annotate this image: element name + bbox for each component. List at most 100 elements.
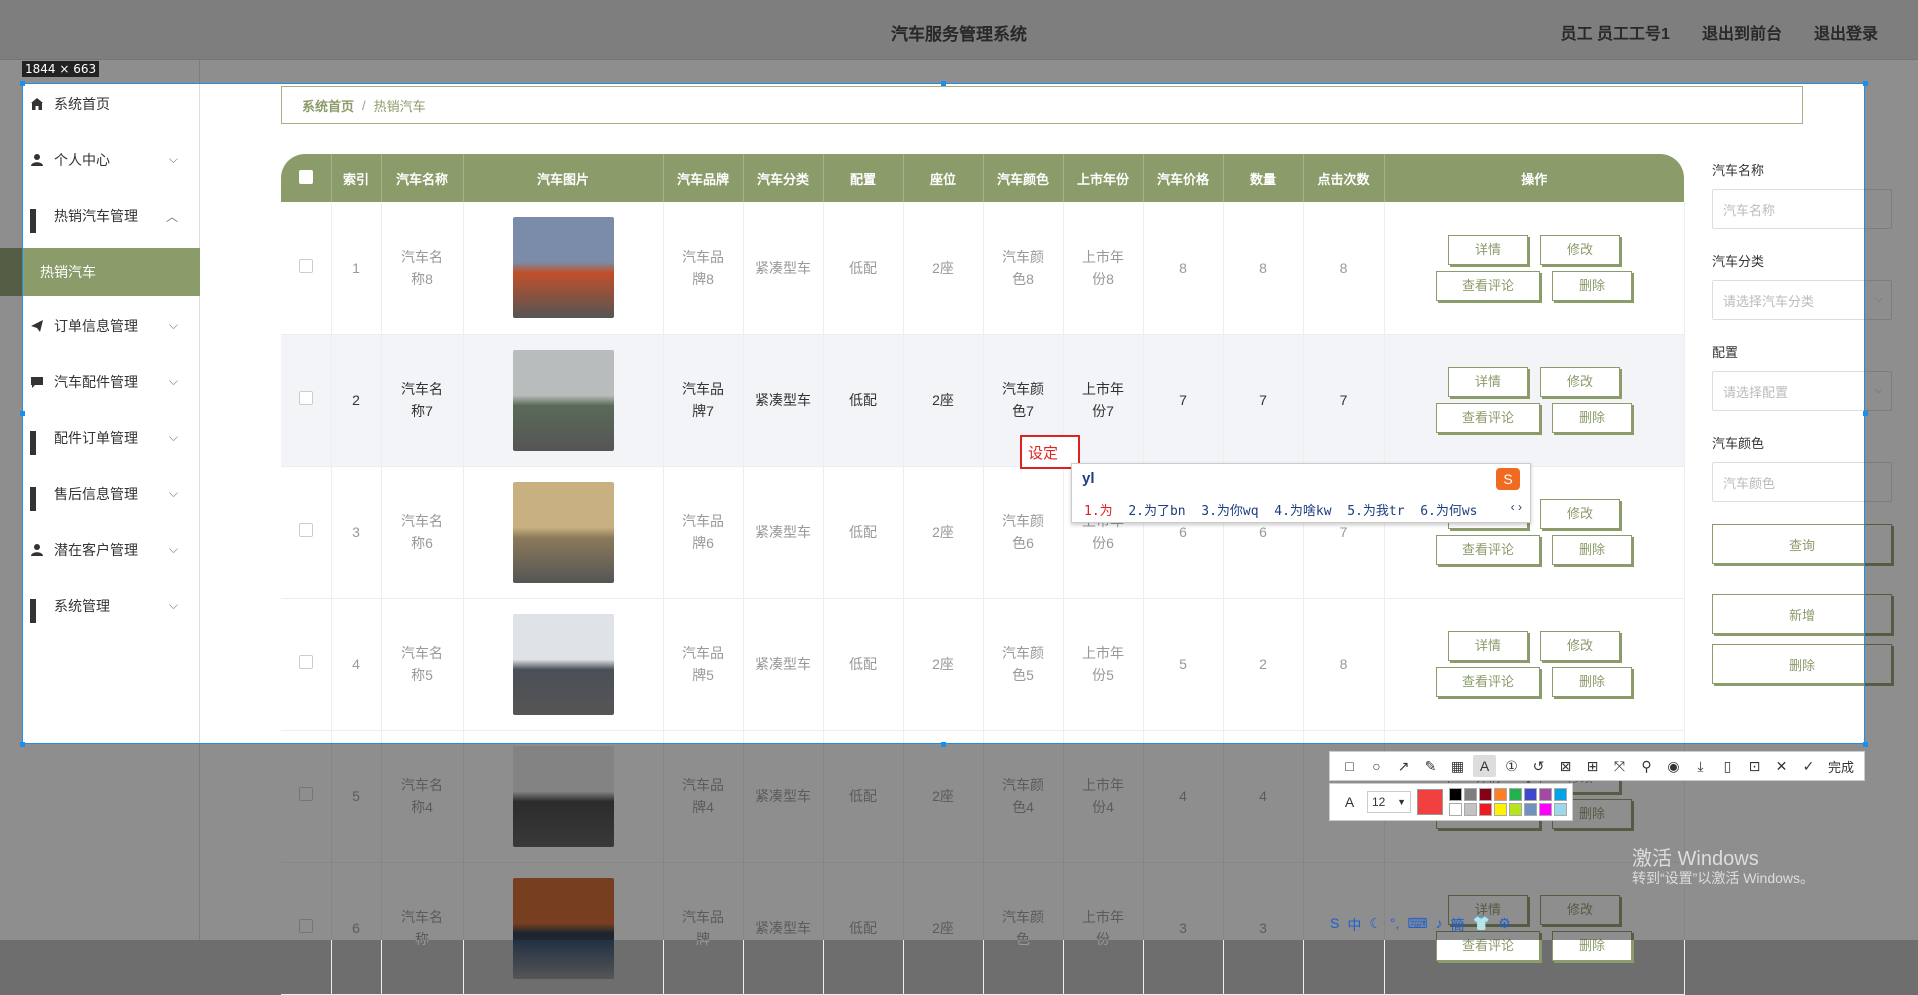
sidebar-item-home[interactable]: 系统首页 — [0, 76, 200, 132]
sidebar-item-label: 汽车配件管理 — [54, 374, 138, 390]
keyboard-icon[interactable]: ⌨ — [1407, 915, 1427, 935]
ellipse-tool-icon[interactable]: ○ — [1365, 755, 1388, 777]
bookmark-icon[interactable]: ⊡ — [1743, 755, 1766, 777]
delete-button[interactable]: 删除 — [1552, 403, 1632, 433]
resize-handle[interactable] — [1863, 411, 1868, 416]
placeholder: 汽车名称 — [1723, 202, 1776, 218]
color-swatch[interactable] — [1479, 788, 1492, 801]
phone-icon[interactable]: ▯ — [1716, 755, 1739, 777]
ime-candidate[interactable]: 3.为你wq — [1201, 504, 1258, 519]
current-color-swatch[interactable] — [1417, 789, 1443, 815]
delete-button[interactable]: 删除 — [1552, 270, 1632, 301]
sidebar-item-orders[interactable]: 订单信息管理 ⌵ — [0, 298, 200, 354]
pen-tool-icon[interactable]: ✎ — [1419, 755, 1442, 777]
sidebar-subitem-hot-cars[interactable]: 热销汽车 — [0, 248, 200, 296]
resize-handle[interactable] — [941, 742, 946, 747]
view-comments-button[interactable]: 查看评论 — [1436, 270, 1540, 301]
download-icon[interactable]: ⤓ — [1689, 755, 1712, 777]
activation-watermark-sub: 转到“设置”以激活 Windows。 — [1632, 870, 1815, 886]
ocr-icon[interactable]: ⊠ — [1554, 755, 1577, 777]
user-icon — [30, 543, 44, 557]
color-swatch[interactable] — [1539, 803, 1552, 816]
color-swatch[interactable] — [1509, 803, 1522, 816]
delete-button[interactable]: 删除 — [1552, 667, 1632, 697]
sidebar-item-parts[interactable]: 汽车配件管理 ⌵ — [0, 354, 200, 410]
voice-icon[interactable]: ♪ — [1436, 915, 1443, 935]
sogou-icon[interactable]: S — [1330, 915, 1339, 935]
ime-candidate[interactable]: 6.为何ws — [1420, 504, 1477, 519]
translate-icon[interactable]: ⊞ — [1581, 755, 1604, 777]
edit-button[interactable]: 修改 — [1540, 499, 1620, 529]
color-swatch[interactable] — [1524, 788, 1537, 801]
resize-handle[interactable] — [941, 81, 946, 86]
resize-handle[interactable] — [1863, 81, 1868, 86]
font-size-select[interactable]: 12 ▼ — [1367, 791, 1411, 813]
close-icon[interactable]: ✕ — [1770, 755, 1793, 777]
color-swatch[interactable] — [1479, 803, 1492, 816]
color-swatch[interactable] — [1464, 803, 1477, 816]
sidebar-item-hot-cars[interactable]: 热销汽车管理 ︿ — [0, 188, 200, 244]
row-checkbox[interactable] — [281, 202, 332, 335]
ime-candidate[interactable]: 1.为 — [1084, 504, 1113, 519]
color-swatch[interactable] — [1554, 788, 1567, 801]
breadcrumb-home[interactable]: 系统首页 — [302, 96, 354, 115]
long-capture-icon[interactable]: ⤧ — [1608, 755, 1631, 777]
delete-button[interactable]: 删除 — [1552, 535, 1632, 565]
sidebar-item-part-orders[interactable]: 配件订单管理 ⌵ — [0, 410, 200, 466]
arrow-tool-icon[interactable]: ↗ — [1392, 755, 1415, 777]
detail-button[interactable]: 详情 — [1448, 234, 1528, 265]
row-checkbox[interactable] — [281, 598, 332, 731]
edit-button[interactable]: 修改 — [1540, 367, 1620, 397]
simplified-icon[interactable]: 簡 — [1451, 915, 1465, 935]
sidebar-subitem-label: 热销汽车 — [40, 264, 96, 280]
resize-handle[interactable] — [1863, 742, 1868, 747]
activation-watermark: 激活 Windows — [1632, 848, 1759, 870]
row-checkbox[interactable] — [281, 334, 332, 467]
sidebar-item-aftersales[interactable]: 售后信息管理 ⌵ — [0, 466, 200, 522]
skin-icon[interactable]: 👕 — [1473, 915, 1490, 935]
number-tool-icon[interactable]: ① — [1500, 755, 1523, 777]
color-swatch[interactable] — [1494, 803, 1507, 816]
text-tool-icon[interactable]: A — [1473, 755, 1496, 777]
color-swatch[interactable] — [1539, 788, 1552, 801]
view-comments-button[interactable]: 查看评论 — [1436, 535, 1540, 565]
color-swatch[interactable] — [1554, 803, 1567, 816]
undo-icon[interactable]: ↺ — [1527, 755, 1550, 777]
record-icon[interactable]: ◉ — [1662, 755, 1685, 777]
settings-gear-icon[interactable]: ⚙ — [1498, 915, 1511, 935]
row-checkbox[interactable] — [281, 466, 332, 599]
edit-button[interactable]: 修改 — [1540, 631, 1620, 661]
moon-icon[interactable]: ☾ — [1369, 915, 1382, 935]
view-comments-button[interactable]: 查看评论 — [1436, 403, 1540, 433]
rectangle-tool-icon[interactable]: □ — [1338, 755, 1361, 777]
resize-handle[interactable] — [20, 81, 25, 86]
detail-button[interactable]: 详情 — [1448, 631, 1528, 661]
ime-page-nav-icon[interactable]: ‹ › — [1511, 500, 1522, 514]
ime-candidate[interactable]: 2.为了bn — [1128, 504, 1185, 519]
punct-icon[interactable]: °, — [1390, 915, 1400, 935]
dim-overlay — [0, 0, 1918, 83]
resize-handle[interactable] — [20, 411, 25, 416]
view-comments-button[interactable]: 查看评论 — [1436, 667, 1540, 697]
pin-icon[interactable]: ⚲ — [1635, 755, 1658, 777]
color-swatch[interactable] — [1494, 788, 1507, 801]
resize-handle[interactable] — [20, 742, 25, 747]
sidebar-item-label: 售后信息管理 — [54, 486, 138, 502]
color-swatch[interactable] — [1449, 788, 1462, 801]
done-button[interactable]: 完成 — [1828, 757, 1854, 776]
color-swatch[interactable] — [1464, 788, 1477, 801]
edit-button[interactable]: 修改 — [1540, 234, 1620, 265]
check-icon[interactable]: ✓ — [1797, 755, 1820, 777]
ime-candidate[interactable]: 4.为啥kw — [1274, 504, 1331, 519]
color-swatch[interactable] — [1509, 788, 1522, 801]
select-all-checkbox[interactable] — [281, 154, 332, 202]
ime-candidate[interactable]: 5.为我tr — [1347, 504, 1404, 519]
mosaic-tool-icon[interactable]: ▦ — [1446, 755, 1469, 777]
detail-button[interactable]: 详情 — [1448, 367, 1528, 397]
color-swatch[interactable] — [1524, 803, 1537, 816]
sidebar-item-system[interactable]: 系统管理 ⌵ — [0, 578, 200, 634]
color-swatch[interactable] — [1449, 803, 1462, 816]
chinese-mode-icon[interactable]: 中 — [1347, 915, 1361, 935]
sidebar-item-customers[interactable]: 潜在客户管理 ⌵ — [0, 522, 200, 578]
sidebar-item-personal[interactable]: 个人中心 ⌵ — [0, 132, 200, 188]
